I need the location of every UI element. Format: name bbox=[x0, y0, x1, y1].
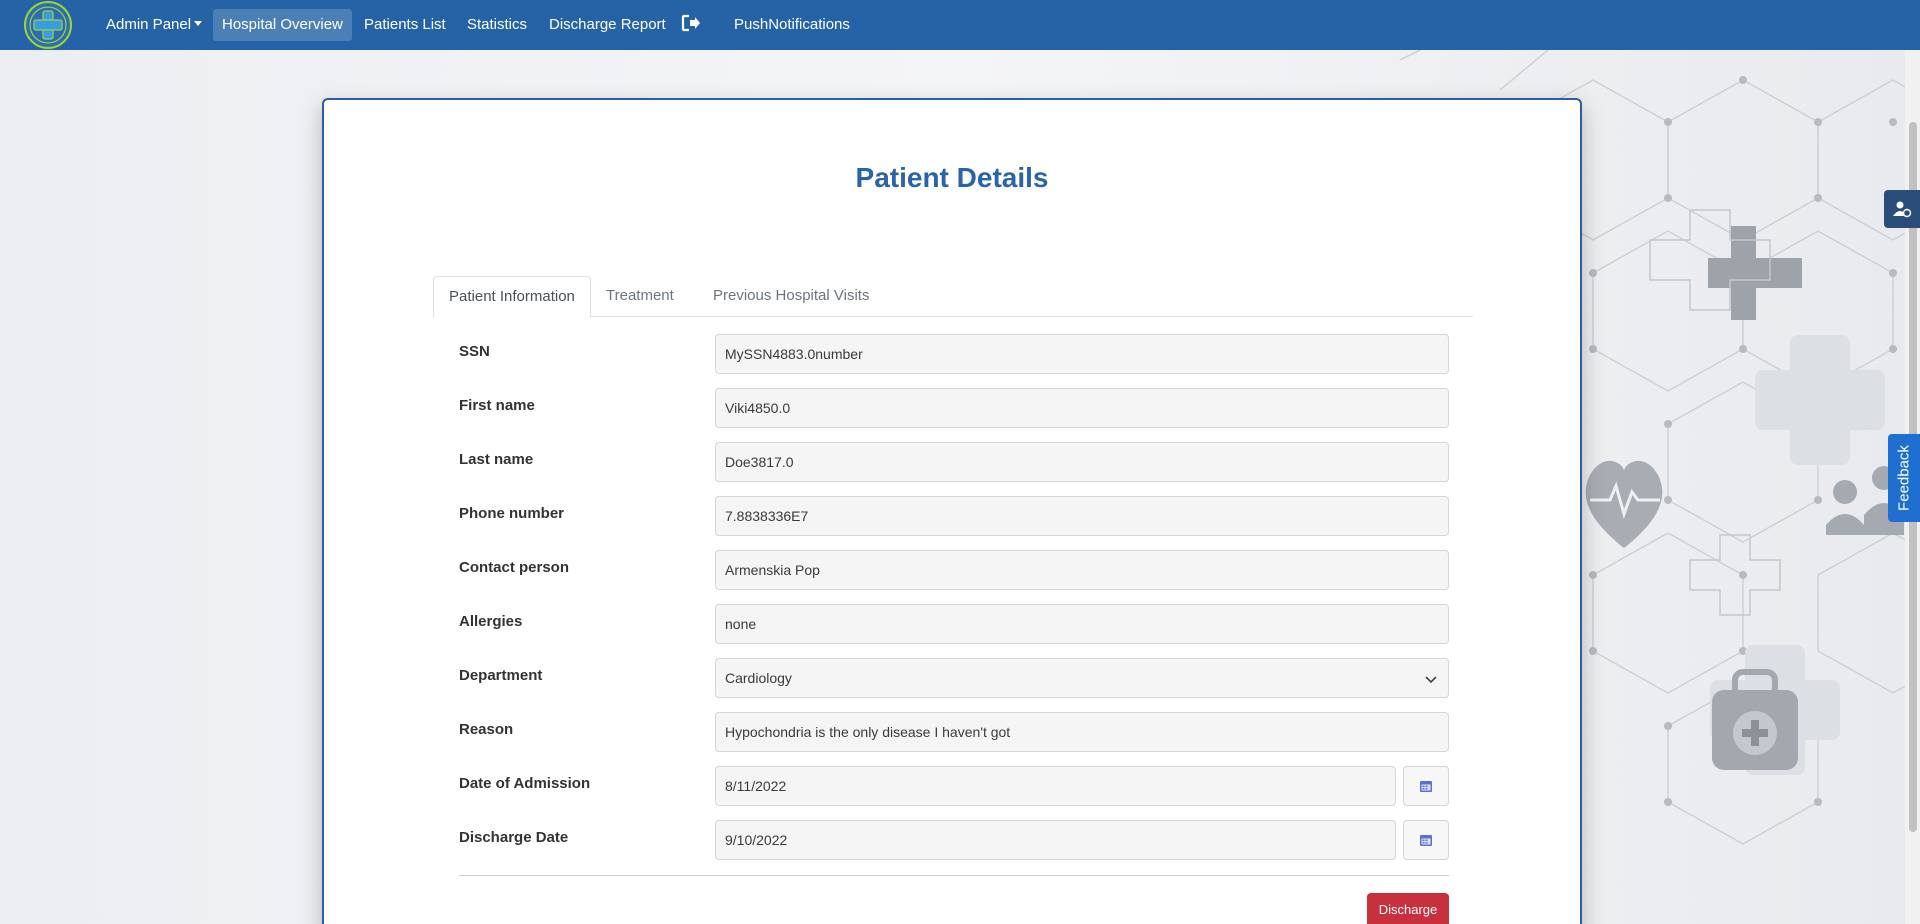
contact-person-row: Contact person Armenskia Pop bbox=[459, 550, 1449, 590]
last-name-field[interactable]: Doe3817.0 bbox=[715, 442, 1449, 482]
accessibility-button[interactable] bbox=[1884, 190, 1920, 228]
accessibility-user-icon bbox=[1893, 201, 1912, 218]
department-select[interactable]: Cardiology bbox=[715, 658, 1449, 698]
discharge-date-label: Discharge Date bbox=[459, 829, 569, 846]
tab-previous-hospital-visits[interactable]: Previous Hospital Visits bbox=[698, 276, 884, 318]
allergies-field[interactable]: none bbox=[715, 604, 1449, 644]
ssn-row: SSN MySSN4883.0number bbox=[459, 334, 1449, 374]
hospital-logo-icon[interactable] bbox=[23, 1, 73, 49]
department-label: Department bbox=[459, 667, 543, 684]
caret-down-icon bbox=[194, 21, 203, 26]
first-name-label: First name bbox=[459, 397, 535, 414]
contact-person-field[interactable]: Armenskia Pop bbox=[715, 550, 1449, 590]
department-value: Cardiology bbox=[725, 670, 792, 686]
allergies-label: Allergies bbox=[459, 613, 523, 630]
ssn-field[interactable]: MySSN4883.0number bbox=[715, 334, 1449, 374]
nav-patients-list[interactable]: Patients List bbox=[355, 9, 455, 41]
allergies-row: Allergies none bbox=[459, 604, 1449, 644]
phone-label: Phone number bbox=[459, 505, 565, 522]
nav-hospital-overview[interactable]: Hospital Overview bbox=[213, 9, 352, 41]
page-title: Patient Details bbox=[855, 162, 1049, 193]
last-name-label: Last name bbox=[459, 451, 534, 468]
chevron-down-icon bbox=[1425, 676, 1437, 684]
reason-label: Reason bbox=[459, 721, 514, 738]
top-navbar: Admin Panel Hospital Overview Patients L… bbox=[0, 0, 1920, 50]
nav-statistics[interactable]: Statistics bbox=[458, 9, 536, 41]
calendar-icon bbox=[1420, 835, 1432, 846]
discharge-calendar-button[interactable] bbox=[1403, 820, 1449, 860]
nav-push-notifications[interactable]: PushNotifications bbox=[725, 9, 859, 41]
nav-discharge-report[interactable]: Discharge Report bbox=[540, 9, 675, 41]
patient-details-card: Patient Details Patient Information Trea… bbox=[322, 98, 1582, 924]
form-divider bbox=[459, 875, 1449, 876]
tab-bar: Patient Information Treatment Previous H… bbox=[433, 276, 1473, 318]
last-name-row: Last name Doe3817.0 bbox=[459, 442, 1449, 482]
admission-calendar-button[interactable] bbox=[1403, 766, 1449, 806]
admission-date-field[interactable]: 8/11/2022 bbox=[715, 766, 1396, 806]
logout-icon[interactable] bbox=[675, 9, 707, 41]
reason-field[interactable]: Hypochondria is the only disease I haven… bbox=[715, 712, 1449, 752]
discharge-date-field[interactable]: 9/10/2022 bbox=[715, 820, 1396, 860]
ssn-label: SSN bbox=[459, 343, 490, 360]
calendar-icon bbox=[1420, 781, 1432, 792]
admission-date-row: Date of Admission 8/11/2022 bbox=[459, 766, 1449, 806]
contact-person-label: Contact person bbox=[459, 559, 570, 576]
department-row: Department Cardiology bbox=[459, 658, 1449, 698]
phone-field[interactable]: 7.8838336E7 bbox=[715, 496, 1449, 536]
reason-row: Reason Hypochondria is the only disease … bbox=[459, 712, 1449, 752]
feedback-label: Feedback bbox=[1895, 445, 1913, 511]
discharge-button[interactable]: Discharge bbox=[1367, 893, 1449, 924]
admission-date-label: Date of Admission bbox=[459, 775, 591, 792]
tab-patient-information[interactable]: Patient Information bbox=[433, 276, 591, 318]
nav-admin-panel[interactable]: Admin Panel bbox=[97, 9, 211, 41]
tab-treatment[interactable]: Treatment bbox=[591, 276, 689, 318]
feedback-tab[interactable]: Feedback bbox=[1888, 434, 1920, 522]
first-name-field[interactable]: Viki4850.0 bbox=[715, 388, 1449, 428]
phone-row: Phone number 7.8838336E7 bbox=[459, 496, 1449, 536]
discharge-date-row: Discharge Date 9/10/2022 bbox=[459, 820, 1449, 860]
first-name-row: First name Viki4850.0 bbox=[459, 388, 1449, 428]
